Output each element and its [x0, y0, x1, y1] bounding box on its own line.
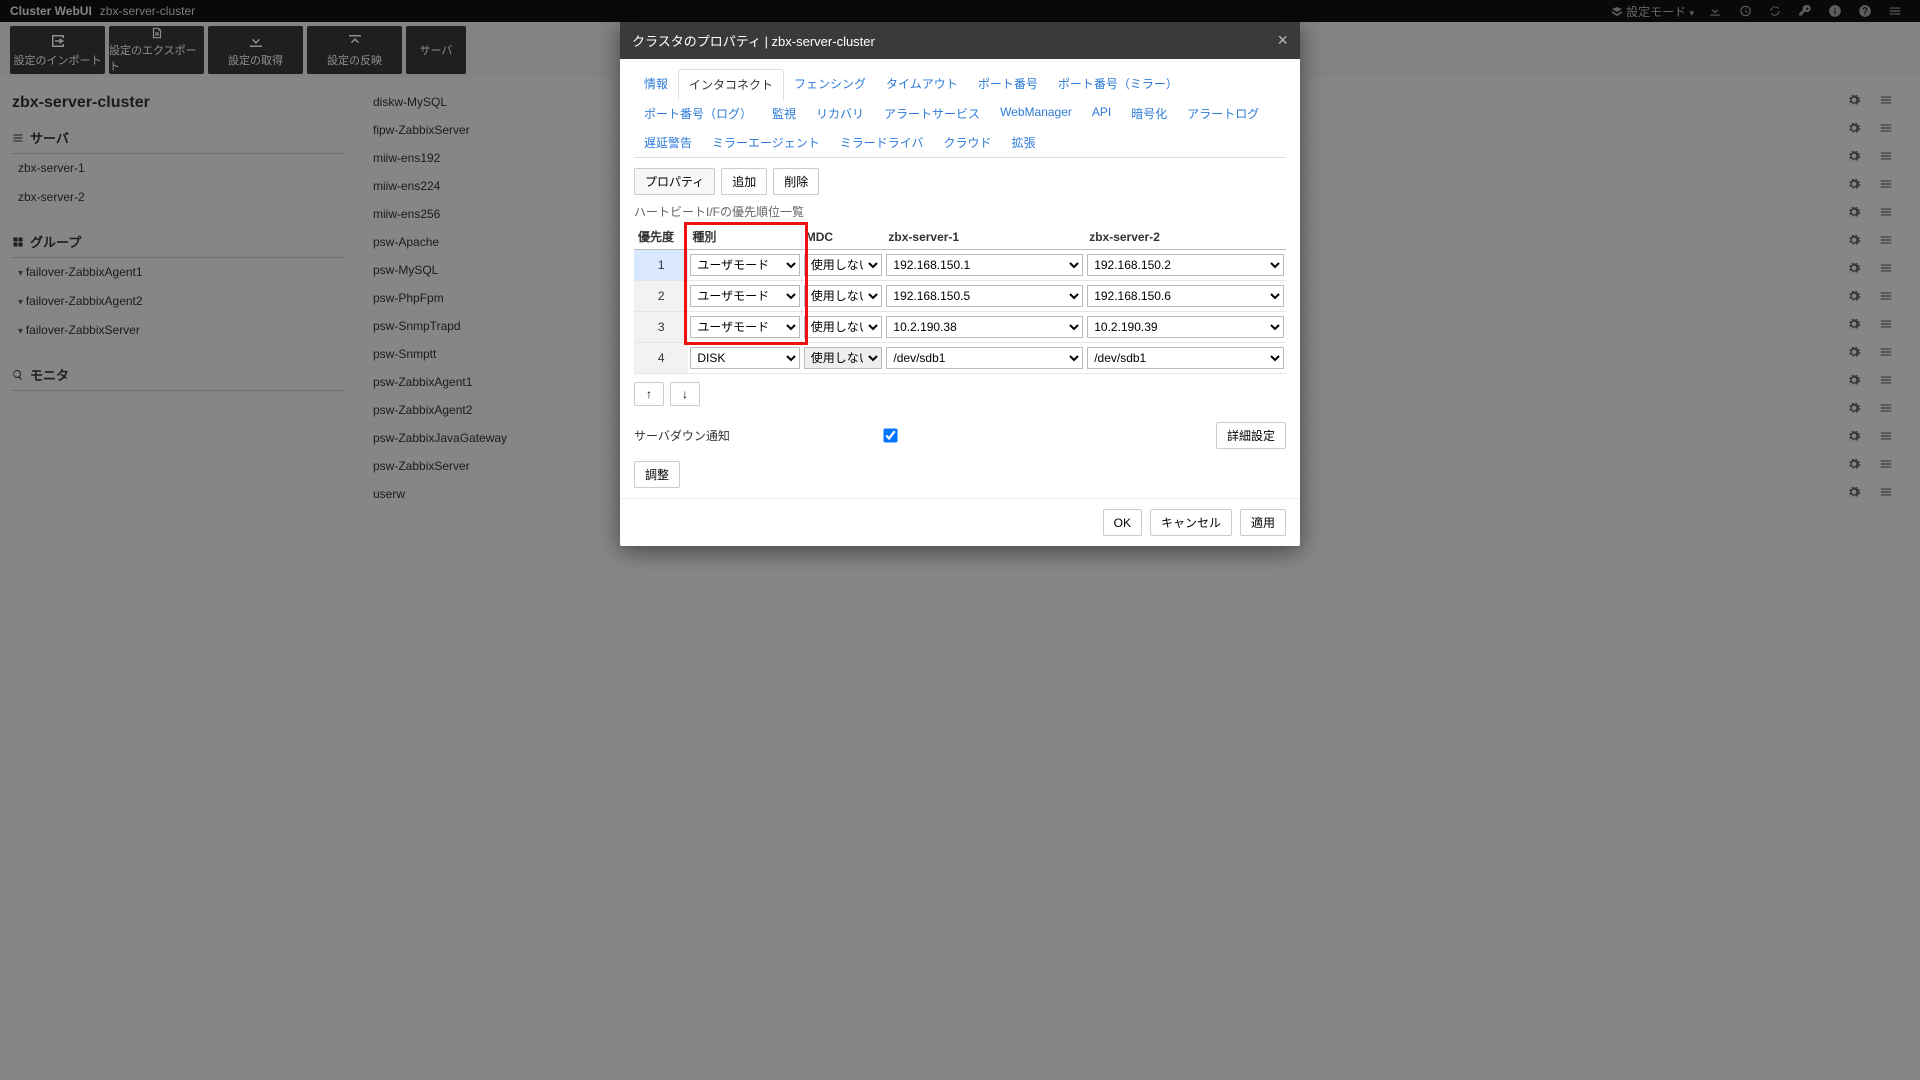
- mdc-select[interactable]: 使用しない: [804, 347, 883, 369]
- kind-select[interactable]: ユーザモード: [690, 316, 799, 338]
- hb-priority: 1: [634, 250, 688, 281]
- tab-14[interactable]: 遅延警告: [634, 128, 702, 157]
- ok-button[interactable]: OK: [1103, 509, 1142, 536]
- tab-12[interactable]: 暗号化: [1121, 99, 1177, 128]
- col-priority: 優先度: [634, 224, 688, 250]
- modal-tabs: 情報インタコネクトフェンシングタイムアウトポート番号ポート番号（ミラー） ポート番…: [634, 69, 1286, 158]
- modal-title: クラスタのプロパティ | zbx-server-cluster: [632, 31, 875, 50]
- tab-18[interactable]: 拡張: [1002, 128, 1046, 157]
- hb-priority: 2: [634, 281, 688, 312]
- tab-1[interactable]: インタコネクト: [678, 69, 784, 100]
- tab-8[interactable]: リカバリ: [806, 99, 874, 128]
- tab-17[interactable]: クラウド: [934, 128, 1002, 157]
- hb-row[interactable]: 4DISK使用しない/dev/sdb1/dev/sdb1: [634, 343, 1286, 374]
- close-icon[interactable]: ×: [1277, 30, 1288, 51]
- mdc-select[interactable]: 使用しない: [804, 285, 883, 307]
- hb-priority: 4: [634, 343, 688, 374]
- kind-select[interactable]: ユーザモード: [690, 254, 799, 276]
- tab-15[interactable]: ミラーエージェント: [702, 128, 830, 157]
- cancel-button[interactable]: キャンセル: [1150, 509, 1232, 536]
- mdc-select[interactable]: 使用しない: [804, 316, 883, 338]
- hb-table: 優先度 種別 MDC zbx-server-1 zbx-server-2 1ユー…: [634, 224, 1286, 374]
- hb-row[interactable]: 1ユーザモード使用しない192.168.150.1192.168.150.2: [634, 250, 1286, 281]
- tab-4[interactable]: ポート番号: [968, 69, 1048, 99]
- notif-detail-button[interactable]: 詳細設定: [1216, 422, 1286, 449]
- tab-10[interactable]: WebManager: [990, 99, 1082, 128]
- server2-select[interactable]: /dev/sdb1: [1087, 347, 1284, 369]
- kind-select[interactable]: DISK: [690, 347, 799, 369]
- server-down-notif-label: サーバダウン通知: [634, 427, 844, 444]
- move-up-button[interactable]: ↑: [634, 382, 664, 406]
- modal-overlay: クラスタのプロパティ | zbx-server-cluster × 情報インタコ…: [0, 0, 1920, 1080]
- col-mdc: MDC: [802, 224, 885, 250]
- tab-5[interactable]: ポート番号（ミラー）: [1048, 69, 1188, 99]
- mdc-select[interactable]: 使用しない: [804, 254, 883, 276]
- tune-button[interactable]: 調整: [634, 461, 680, 488]
- server1-select[interactable]: 192.168.150.5: [886, 285, 1083, 307]
- tab-7[interactable]: 監視: [762, 99, 806, 128]
- server1-select[interactable]: /dev/sdb1: [886, 347, 1083, 369]
- tab-16[interactable]: ミラードライバ: [830, 128, 934, 157]
- property-button[interactable]: プロパティ: [634, 168, 715, 195]
- server-down-notif-checkbox[interactable]: [883, 428, 897, 442]
- tab-13[interactable]: アラートログ: [1177, 99, 1269, 128]
- add-button[interactable]: 追加: [721, 168, 767, 195]
- hb-list-label: ハートビートI/Fの優先順位一覧: [634, 203, 1286, 220]
- server2-select[interactable]: 192.168.150.2: [1087, 254, 1284, 276]
- col-server2: zbx-server-2: [1085, 224, 1286, 250]
- server1-select[interactable]: 10.2.190.38: [886, 316, 1083, 338]
- tab-0[interactable]: 情報: [634, 69, 678, 99]
- delete-button[interactable]: 削除: [773, 168, 819, 195]
- hb-row[interactable]: 2ユーザモード使用しない192.168.150.5192.168.150.6: [634, 281, 1286, 312]
- tab-3[interactable]: タイムアウト: [876, 69, 968, 99]
- kind-select[interactable]: ユーザモード: [690, 285, 799, 307]
- tab-9[interactable]: アラートサービス: [874, 99, 990, 128]
- server1-select[interactable]: 192.168.150.1: [886, 254, 1083, 276]
- tab-11[interactable]: API: [1082, 99, 1121, 128]
- tab-6[interactable]: ポート番号（ログ）: [634, 99, 762, 128]
- apply-modal-button[interactable]: 適用: [1240, 509, 1286, 536]
- tab-2[interactable]: フェンシング: [784, 69, 876, 99]
- cluster-properties-modal: クラスタのプロパティ | zbx-server-cluster × 情報インタコ…: [620, 22, 1300, 546]
- server2-select[interactable]: 10.2.190.39: [1087, 316, 1284, 338]
- col-server1: zbx-server-1: [884, 224, 1085, 250]
- hb-priority: 3: [634, 312, 688, 343]
- server2-select[interactable]: 192.168.150.6: [1087, 285, 1284, 307]
- move-down-button[interactable]: ↓: [670, 382, 700, 406]
- col-kind: 種別: [688, 224, 801, 250]
- hb-row[interactable]: 3ユーザモード使用しない10.2.190.3810.2.190.39: [634, 312, 1286, 343]
